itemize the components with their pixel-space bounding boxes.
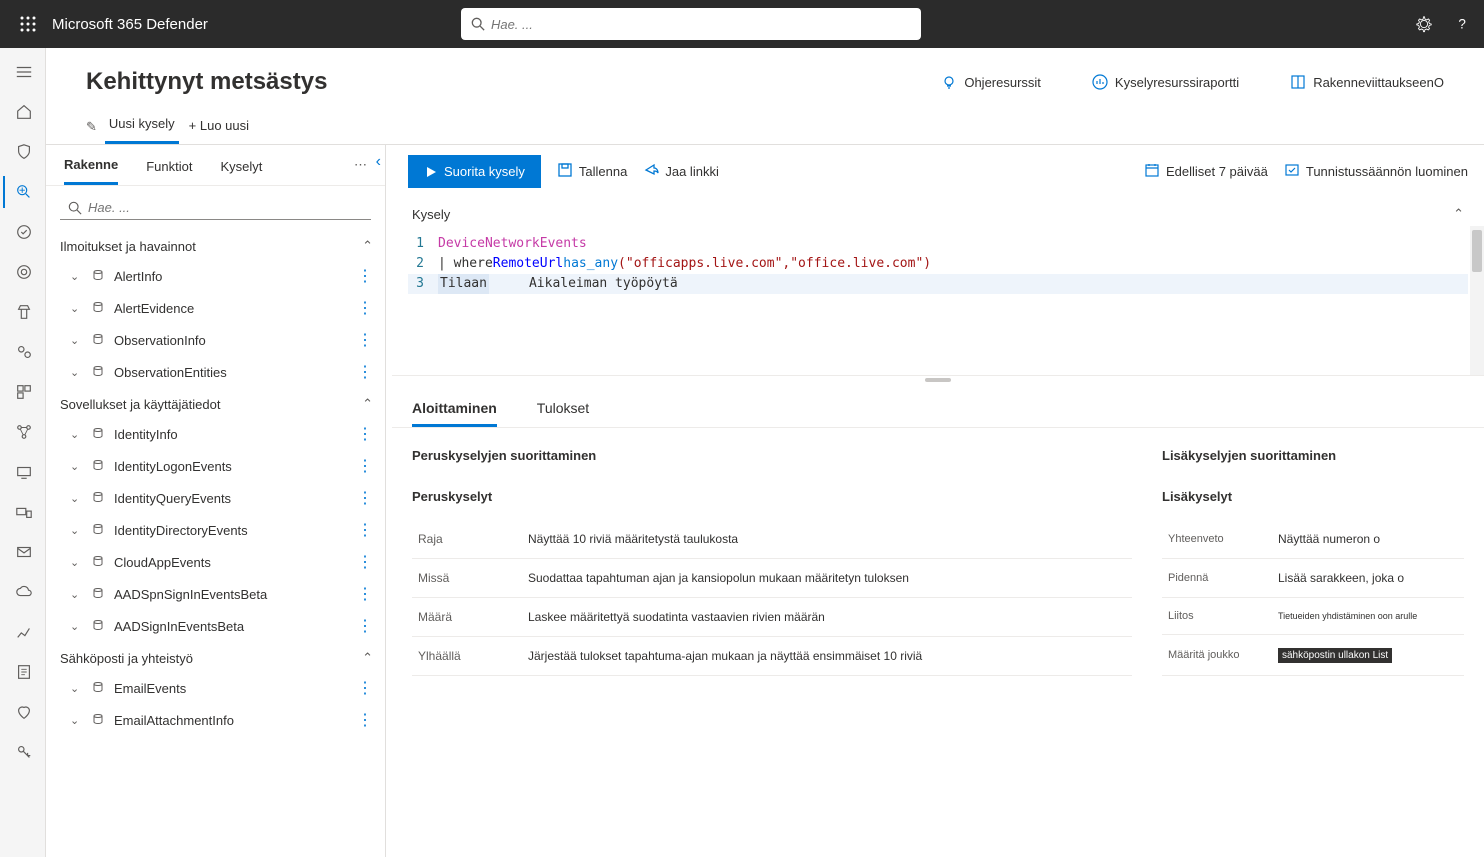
nav-health-icon[interactable] — [3, 696, 43, 728]
tab-getting-started[interactable]: Aloittaminen — [412, 392, 497, 427]
starter-row[interactable]: YhteenvetoNäyttää numeron o — [1162, 520, 1464, 559]
share-link-button[interactable]: Jaa linkki — [643, 162, 718, 181]
schema-table-item[interactable]: ⌄AlertInfo⋮ — [60, 260, 377, 292]
side-tab-more-icon[interactable]: ⋯ — [354, 157, 367, 173]
more-icon[interactable]: ⋮ — [353, 552, 377, 572]
global-search[interactable] — [461, 8, 921, 40]
schema-table-item[interactable]: ⌄ObservationEntities⋮ — [60, 356, 377, 388]
schema-ref-link[interactable]: RakenneviittaukseenO — [1289, 73, 1444, 91]
more-icon[interactable]: ⋮ — [353, 266, 377, 286]
more-icon[interactable]: ⋮ — [353, 298, 377, 318]
schema-search-input[interactable] — [88, 200, 363, 215]
save-button[interactable]: Tallenna — [557, 162, 627, 181]
starter-row[interactable]: Määritä joukkosähköpostin ullakon List — [1162, 635, 1464, 676]
more-icon[interactable]: ⋮ — [353, 710, 377, 730]
settings-icon[interactable] — [1414, 14, 1434, 34]
adv-queries-title: Lisäkyselyjen suorittaminen — [1162, 448, 1464, 463]
app-title: Microsoft 365 Defender — [52, 16, 208, 33]
more-icon[interactable]: ⋮ — [353, 488, 377, 508]
help-resources-link[interactable]: Ohjeresurssit — [940, 73, 1041, 91]
query-editor[interactable]: 1DeviceNetworkEvents 2| where RemoteUrl … — [392, 226, 1484, 376]
schema-table-item[interactable]: ⌄EmailAttachmentInfo⋮ — [60, 704, 377, 736]
starter-row[interactable]: RajaNäyttää 10 riviä määritetystä tauluk… — [412, 520, 1132, 559]
starter-row[interactable]: MissäSuodattaa tapahtuman ajan ja kansio… — [412, 559, 1132, 598]
splitter-handle[interactable] — [392, 376, 1484, 384]
side-tab-queries[interactable]: Kyselyt — [220, 147, 262, 184]
schema-search[interactable] — [60, 196, 371, 220]
side-tab-functions[interactable]: Funktiot — [146, 147, 192, 184]
query-label: Kysely — [412, 207, 450, 222]
share-icon — [643, 162, 659, 181]
adv-queries-subtitle: Lisäkyselyt — [1162, 489, 1464, 504]
editor-scrollbar[interactable] — [1470, 226, 1484, 375]
tab-results[interactable]: Tulokset — [537, 392, 589, 427]
calendar-icon — [1144, 162, 1160, 181]
starter-row[interactable]: LiitosTietueiden yhdistäminen oon arulle — [1162, 598, 1464, 635]
tab-new-query[interactable]: Uusi kysely — [105, 110, 179, 144]
more-icon[interactable]: ⋮ — [353, 678, 377, 698]
nav-threat-icon[interactable] — [3, 256, 43, 288]
more-icon[interactable]: ⋮ — [353, 362, 377, 382]
nav-email-icon[interactable] — [3, 536, 43, 568]
collapse-query-icon[interactable]: ⌃ — [1453, 206, 1464, 222]
timerange-button[interactable]: Edelliset 7 päivää — [1144, 162, 1268, 181]
nav-partners-icon[interactable] — [3, 336, 43, 368]
schema-table-item[interactable]: ⌄AlertEvidence⋮ — [60, 292, 377, 324]
nav-home-icon[interactable] — [3, 96, 43, 128]
more-icon[interactable]: ⋮ — [353, 330, 377, 350]
save-icon — [557, 162, 573, 181]
starter-row[interactable]: PidennäLisää sarakkeen, joka o — [1162, 559, 1464, 598]
help-icon[interactable]: ? — [1452, 14, 1472, 34]
nav-permissions-icon[interactable] — [3, 736, 43, 768]
starter-row[interactable]: YlhäälläJärjestää tulokset tapahtuma-aja… — [412, 637, 1132, 676]
nav-cloud-icon[interactable] — [3, 576, 43, 608]
nav-reports-icon[interactable] — [3, 616, 43, 648]
detection-icon — [1284, 162, 1300, 181]
nav-endpoints-icon[interactable] — [3, 496, 43, 528]
schema-group-header[interactable]: Sovellukset ja käyttäjätiedot⌃ — [60, 388, 377, 418]
nav-shield-icon[interactable] — [3, 136, 43, 168]
nav-apps-icon[interactable] — [3, 376, 43, 408]
more-icon[interactable]: ⋮ — [353, 616, 377, 636]
side-tab-schema[interactable]: Rakenne — [64, 145, 118, 185]
schema-table-item[interactable]: ⌄AADSignInEventsBeta⋮ — [60, 610, 377, 642]
nav-score-icon[interactable] — [3, 296, 43, 328]
schema-table-item[interactable]: ⌄IdentityInfo⋮ — [60, 418, 377, 450]
nav-actions-icon[interactable] — [3, 216, 43, 248]
pencil-icon: ✎ — [86, 119, 97, 135]
more-icon[interactable]: ⋮ — [353, 456, 377, 476]
schema-table-item[interactable]: ⌄IdentityQueryEvents⋮ — [60, 482, 377, 514]
global-search-input[interactable] — [491, 17, 911, 32]
schema-table-item[interactable]: ⌄CloudAppEvents⋮ — [60, 546, 377, 578]
nav-devices-icon[interactable] — [3, 456, 43, 488]
more-icon[interactable]: ⋮ — [353, 520, 377, 540]
more-icon[interactable]: ⋮ — [353, 424, 377, 444]
tab-create-new[interactable]: + Luo uusi — [185, 112, 253, 143]
schema-group-header[interactable]: Sähköposti ja yhteistyö⌃ — [60, 642, 377, 672]
report-icon — [1091, 73, 1109, 91]
basic-queries-subtitle: Peruskyselyt — [412, 489, 1132, 504]
nav-menu-icon[interactable] — [3, 56, 43, 88]
basic-queries-title: Peruskyselyjen suorittaminen — [412, 448, 1132, 463]
bulb-icon — [940, 73, 958, 91]
schema-group-header[interactable]: Ilmoitukset ja havainnot⌃ — [60, 230, 377, 260]
schema-table-item[interactable]: ⌄ObservationInfo⋮ — [60, 324, 377, 356]
app-launcher[interactable] — [12, 8, 44, 40]
query-report-link[interactable]: Kyselyresurssiraportti — [1091, 73, 1239, 91]
schema-table-item[interactable]: ⌄IdentityLogonEvents⋮ — [60, 450, 377, 482]
run-query-button[interactable]: Suorita kysely — [408, 155, 541, 188]
create-detection-rule-button[interactable]: Tunnistussäännön luominen — [1284, 162, 1468, 181]
schema-table-item[interactable]: ⌄IdentityDirectoryEvents⋮ — [60, 514, 377, 546]
nav-audit-icon[interactable] — [3, 656, 43, 688]
nav-hunting-icon[interactable] — [3, 176, 43, 208]
starter-row[interactable]: MääräLaskee määritettyä suodatinta vasta… — [412, 598, 1132, 637]
schema-table-item[interactable]: ⌄AADSpnSignInEventsBeta⋮ — [60, 578, 377, 610]
svg-text:?: ? — [1458, 17, 1466, 32]
book-icon — [1289, 73, 1307, 91]
schema-table-item[interactable]: ⌄EmailEvents⋮ — [60, 672, 377, 704]
page-title: Kehittynyt metsästys — [86, 68, 327, 96]
nav-connect-icon[interactable] — [3, 416, 43, 448]
more-icon[interactable]: ⋮ — [353, 584, 377, 604]
